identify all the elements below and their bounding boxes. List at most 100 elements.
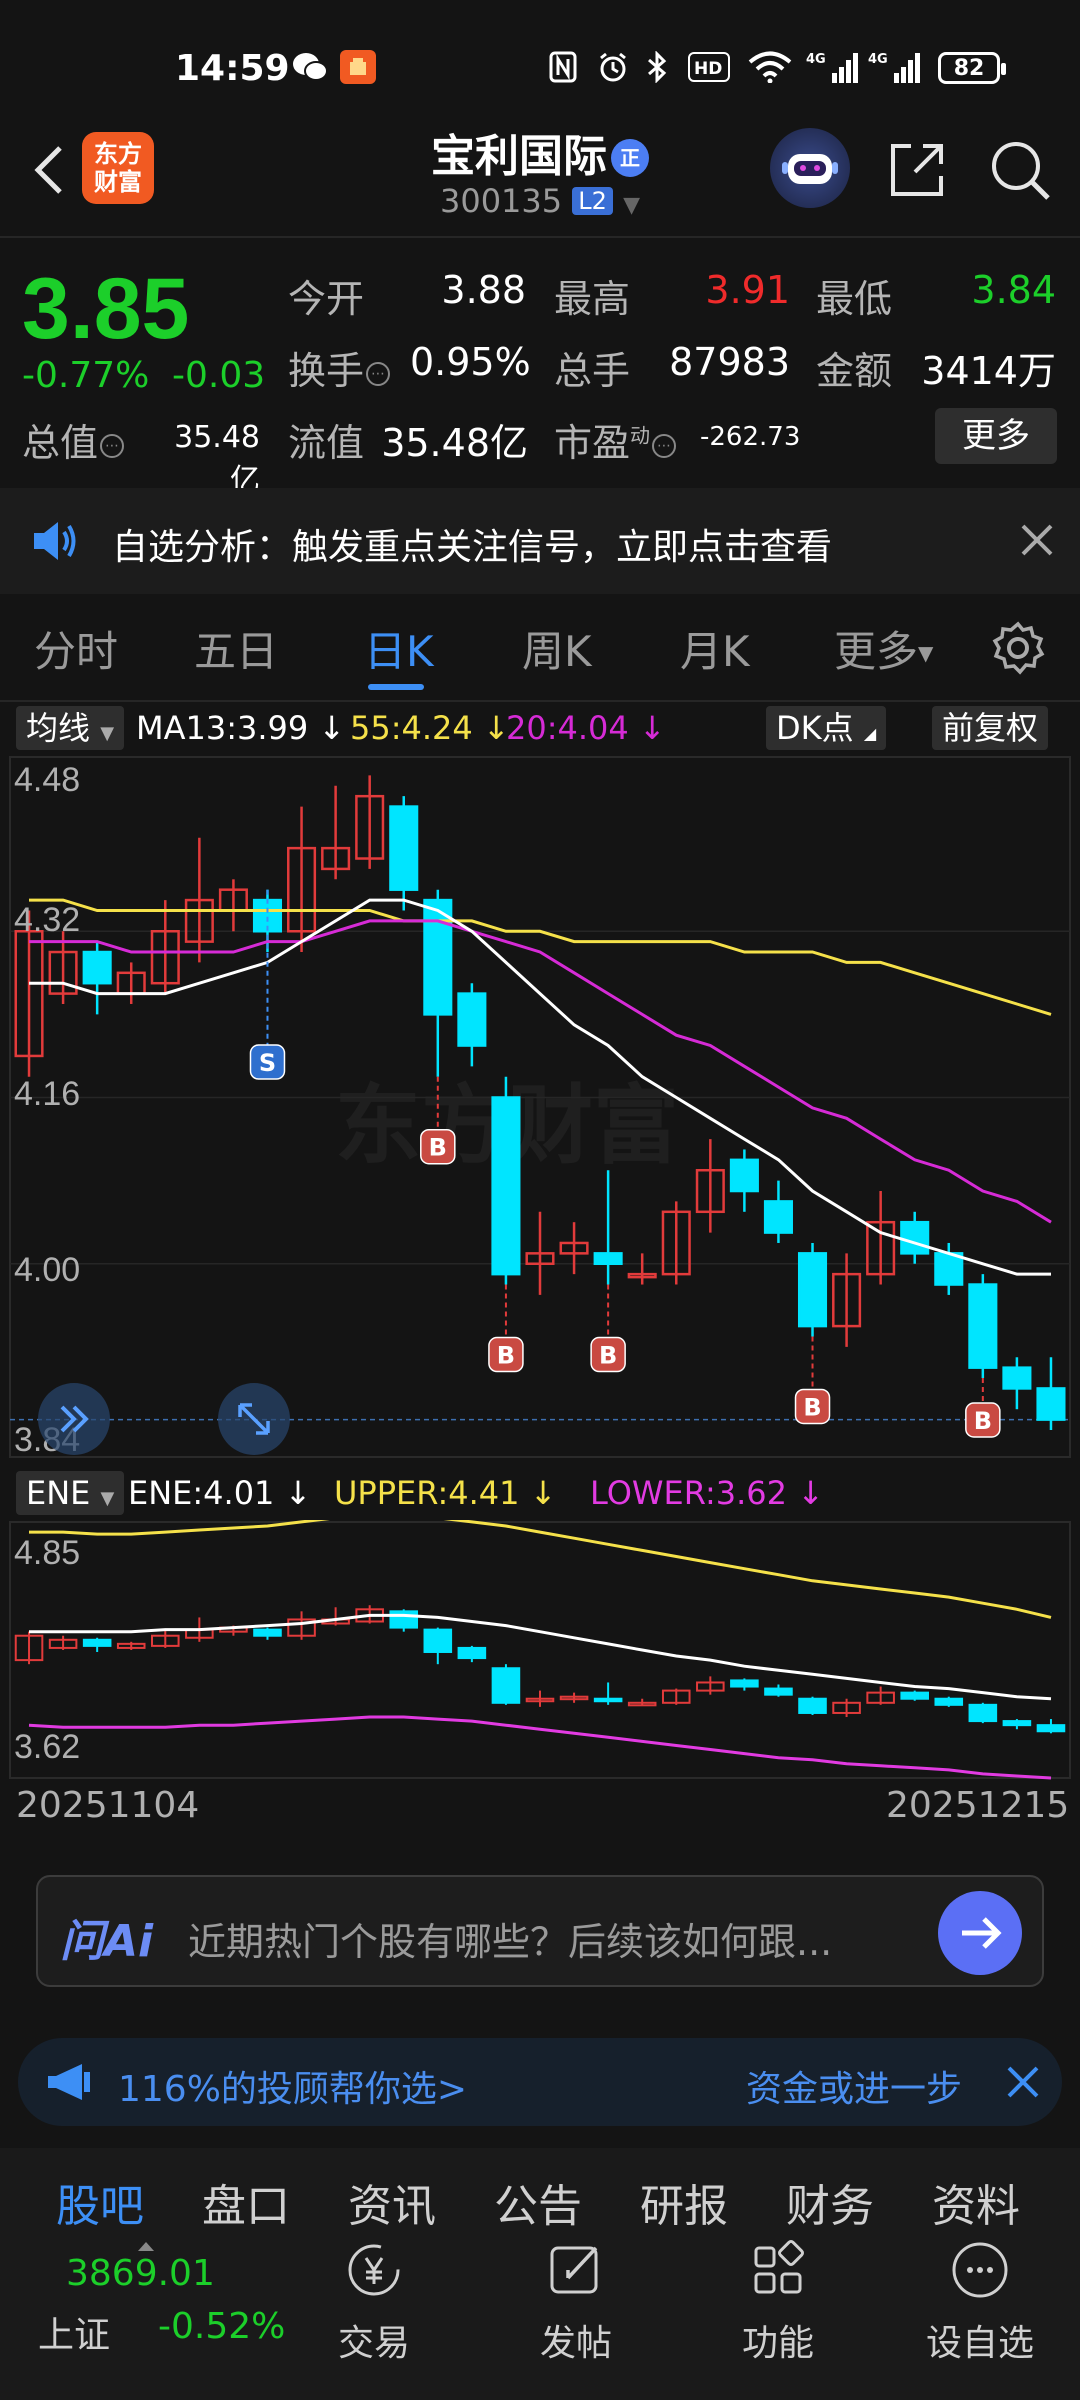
notice-text: 自选分析：触发重点关注信号，立即点击查看 (112, 527, 833, 568)
bottom-tab-profile[interactable]: 资料 (932, 2170, 1020, 2234)
promo-text-secondary[interactable]: 资金或进一步 (746, 2060, 962, 2112)
caret-up-icon (138, 2242, 154, 2251)
gear-icon[interactable] (990, 620, 1046, 676)
expand-left-button[interactable] (38, 1383, 110, 1455)
pe-label-text: 市盈 (554, 421, 631, 465)
index-name[interactable]: 上证 (38, 2306, 110, 2358)
candle-body (763, 1200, 793, 1234)
dk-point-label: DK点 (776, 709, 854, 747)
info-icon[interactable]: ⋯ (366, 362, 391, 386)
buy-signal-label: B (599, 1342, 617, 1370)
indicator-selector[interactable]: 均线 ▼ (16, 706, 125, 750)
ai-robot-icon[interactable] (770, 128, 850, 208)
grid-function-icon[interactable] (746, 2238, 810, 2302)
buy-signal-label: B (497, 1342, 515, 1370)
candle-body (389, 805, 419, 891)
add-watchlist-icon[interactable] (948, 2238, 1012, 2302)
index-value[interactable]: 3869.01 (66, 2253, 215, 2294)
sub-y-tick-label: 4.85 (14, 1534, 81, 1572)
down-arrow-icon: ↓ (318, 709, 346, 747)
sub-candle-body (457, 1646, 487, 1660)
nav-watchlist-label[interactable]: 设自选 (910, 2314, 1050, 2366)
date-end: 20251215 (886, 1785, 1070, 1826)
close-icon[interactable] (1003, 2062, 1043, 2102)
bluetooth-icon (644, 50, 670, 84)
sub-indicator-label: ENE (26, 1474, 91, 1512)
chevron-down-icon: ▼ (623, 193, 641, 218)
signal-4g-icon-2: 4G (868, 50, 922, 84)
qi-badge: 正 (611, 139, 649, 177)
pe-sup: 动 (630, 423, 651, 448)
candle-body (491, 1096, 521, 1276)
info-icon[interactable]: ⋯ (652, 434, 677, 458)
edit-post-icon[interactable] (544, 2238, 608, 2302)
promo-bar[interactable]: 116%的投顾帮你选> 资金或进一步 (18, 2038, 1062, 2126)
close-icon[interactable] (1015, 518, 1059, 562)
active-tab-indicator (368, 684, 424, 690)
tab-five-day[interactable]: 五日 (194, 618, 278, 679)
more-button[interactable]: 更多 (935, 408, 1057, 464)
stock-name-text: 宝利国际 (431, 131, 607, 182)
double-chevron-icon (60, 1405, 89, 1433)
y-tick-label: 4.00 (14, 1251, 81, 1289)
sub-candle-body (934, 1697, 964, 1706)
legend-ma13: MA13:3.99 ↓ (136, 706, 345, 750)
candle-body (593, 1252, 623, 1265)
bottom-panel: 股吧 盘口 资讯 公告 研报 财务 资料 3869.01 上证 -0.52% 交… (0, 2148, 1080, 2400)
candle-body (900, 1220, 930, 1255)
bottom-tab-finance[interactable]: 财务 (786, 2170, 874, 2234)
ai-ask-bar[interactable]: 问Ai 近期热门个股有哪些？后续该如何跟... (36, 1875, 1044, 1987)
legend-ene: ENE:4.01 ↓ (128, 1471, 311, 1515)
ma55-line (29, 898, 1052, 1016)
dk-point-button[interactable]: DK点 ◢ (766, 706, 887, 750)
sub-indicator-selector[interactable]: ENE ▼ (16, 1471, 125, 1515)
nav-trade-label[interactable]: 交易 (304, 2314, 444, 2366)
ene-lower-line (28, 1715, 1052, 1780)
bottom-tab-news[interactable]: 资讯 (348, 2170, 436, 2234)
tab-daily-k[interactable]: 日K (364, 618, 434, 679)
ai-input-placeholder[interactable]: 近期热门个股有哪些？后续该如何跟... (188, 1911, 832, 1966)
low-value: 3.84 (971, 268, 1056, 312)
y-tick-label: 4.48 (14, 761, 81, 799)
tab-weekly-k[interactable]: 周K (522, 618, 592, 679)
arrow-right-icon (962, 1917, 1002, 1949)
ai-send-button[interactable] (938, 1891, 1022, 1975)
promo-text[interactable]: 116%的投顾帮你选> (118, 2060, 467, 2112)
corner-arrow-icon: ◢ (863, 724, 877, 743)
bottom-tab-pankou[interactable]: 盘口 (202, 2170, 290, 2234)
ai-logo: 问Ai (60, 1916, 154, 1967)
sub-candle-body (423, 1628, 453, 1653)
tab-intraday[interactable]: 分时 (34, 618, 118, 679)
sub-candle-body (593, 1697, 623, 1703)
sub-candle-body (798, 1697, 827, 1714)
chevron-down-icon: ▼ (100, 723, 115, 744)
candlestick-chart[interactable]: 东方财富 SBBBBB 4.48 4.32 4.16 4.00 3.84 (0, 755, 1080, 1460)
adjust-type-button[interactable]: 前复权 (932, 706, 1049, 750)
yen-exchange-icon[interactable] (342, 2238, 406, 2302)
candle-body (968, 1283, 998, 1369)
bottom-tab-research[interactable]: 研报 (640, 2170, 728, 2234)
ene-chart[interactable]: 4.85 3.62 (0, 1520, 1080, 1780)
search-icon[interactable] (988, 138, 1052, 202)
legend-ma13-text: MA13:3.99 (136, 709, 309, 747)
fullscreen-button[interactable] (218, 1383, 290, 1455)
tab-more[interactable]: 更多▼ (834, 618, 933, 679)
notice-bar[interactable]: 自选分析：触发重点关注信号，立即点击查看 (0, 488, 1080, 594)
turnover-value: 0.95% (410, 340, 531, 384)
info-icon[interactable]: ⋯ (100, 434, 125, 458)
change-percent: -0.77% (22, 355, 150, 396)
tab-monthly-k[interactable]: 月K (680, 618, 750, 679)
candle-body (1036, 1387, 1066, 1421)
nav-post-label[interactable]: 发帖 (506, 2314, 646, 2366)
net-label-2: 4G (868, 52, 888, 67)
share-icon[interactable] (885, 138, 949, 202)
bottom-tab-guba[interactable]: 股吧 (56, 2170, 144, 2234)
bottom-tab-announcement[interactable]: 公告 (494, 2170, 582, 2234)
battery-indicator: 82 (938, 52, 1006, 84)
quote-panel: 3.85 -0.77% -0.03 今开 3.88 最高 3.91 最低 3.8… (0, 240, 1080, 498)
candle-body (1002, 1366, 1032, 1390)
ene-upper-line (29, 1520, 1052, 1619)
nav-function-label[interactable]: 功能 (708, 2314, 848, 2366)
amount-label: 金额 (816, 349, 893, 393)
volume-label: 总手 (554, 349, 631, 393)
